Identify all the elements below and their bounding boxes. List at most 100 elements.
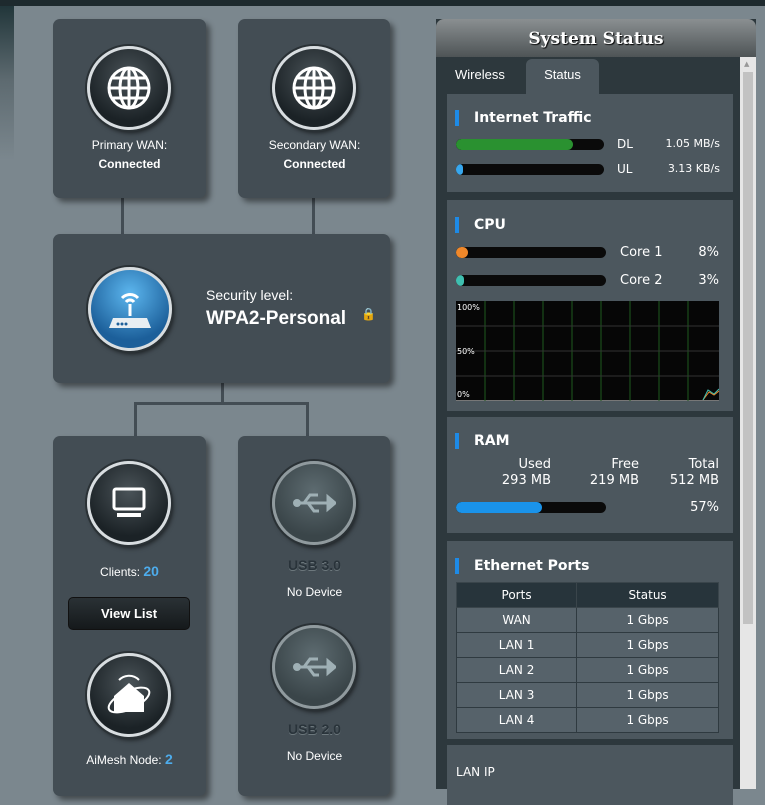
dl-label: DL xyxy=(617,137,633,151)
table-row: WAN 1 Gbps xyxy=(455,607,719,633)
scrollbar-thumb[interactable] xyxy=(743,72,753,624)
port-name: LAN 3 xyxy=(455,682,578,708)
table-row: LAN 11 Gbps xyxy=(455,632,719,658)
table-row: LAN 31 Gbps xyxy=(455,682,719,708)
dl-bar-fill xyxy=(456,139,573,150)
system-status-panel: System Status Wireless Status Internet T… xyxy=(436,19,756,805)
core2-graph-line xyxy=(702,388,719,401)
primary-wan-status: Connected xyxy=(98,157,161,171)
port-status: 1 Gbps xyxy=(576,657,719,683)
clients-count: 20 xyxy=(143,563,159,579)
security-level-label: Security level: xyxy=(206,287,294,303)
table-row: LAN 21 Gbps xyxy=(455,657,719,683)
router-card[interactable]: Security level: WPA2-Personal 🔒 xyxy=(53,234,390,383)
port-name: LAN 1 xyxy=(455,632,578,658)
core2-bar xyxy=(456,275,606,286)
core1-value: 8% xyxy=(698,245,719,260)
ram-bar-fill xyxy=(456,502,542,513)
security-level-value: WPA2-Personal xyxy=(206,308,347,329)
ram-free-value: 219 MB xyxy=(589,473,639,488)
port-status: 1 Gbps xyxy=(576,707,719,733)
secondary-wan-card[interactable]: Secondary WAN: Connected xyxy=(238,19,390,198)
primary-wan-card[interactable]: Primary WAN: Connected xyxy=(53,19,206,198)
section-title: CPU xyxy=(455,217,506,233)
ram-free-label: Free xyxy=(611,457,639,472)
background-corner xyxy=(0,0,14,789)
aimesh-icon[interactable] xyxy=(87,653,171,737)
usb-card: USB 3.0 No Device USB 2.0 No Device xyxy=(238,436,390,796)
cpu-section: CPU Core 1 8% Core 2 3% 100% 50% 0% xyxy=(447,200,733,411)
usb-icon[interactable] xyxy=(272,461,356,545)
usb2-label: USB 2.0 xyxy=(288,721,341,737)
core2-value: 3% xyxy=(698,273,719,288)
usb3-status: No Device xyxy=(286,585,343,599)
monitor-icon[interactable] xyxy=(87,461,171,545)
port-name: LAN 2 xyxy=(455,657,578,683)
top-border xyxy=(0,0,765,6)
ram-bar xyxy=(456,502,606,513)
section-title: Ethernet Ports xyxy=(455,558,589,574)
ul-value: 3.13 KB/s xyxy=(667,162,720,175)
core1-bar xyxy=(456,247,606,258)
connector-line xyxy=(121,198,124,236)
tab-status[interactable]: Status xyxy=(526,59,599,94)
connector-line xyxy=(306,402,309,438)
ul-bar-fill xyxy=(456,164,464,175)
globe-icon xyxy=(87,46,171,130)
internet-traffic-section: Internet Traffic DL 1.05 MB/s UL 3.13 KB… xyxy=(447,94,733,192)
core2-bar-fill xyxy=(456,275,464,286)
aimesh-info: AiMesh Node: 2 xyxy=(53,749,206,770)
section-title: RAM xyxy=(455,433,510,449)
ram-total-label: Total xyxy=(688,457,719,472)
secondary-wan-status: Connected xyxy=(283,157,346,171)
ram-total-value: 512 MB xyxy=(669,473,719,488)
ul-bar xyxy=(456,164,604,175)
core1-bar-fill xyxy=(456,247,468,258)
port-status: 1 Gbps xyxy=(576,632,719,658)
ram-used-value: 293 MB xyxy=(501,473,551,488)
port-name: LAN 4 xyxy=(455,707,578,733)
lock-icon: 🔒 xyxy=(361,307,376,321)
connector-line xyxy=(134,402,137,438)
dl-bar xyxy=(456,139,604,150)
section-title: Internet Traffic xyxy=(455,110,592,126)
panel-title: System Status xyxy=(436,19,756,57)
core1-label: Core 1 xyxy=(620,245,663,260)
port-status: 1 Gbps xyxy=(576,607,719,633)
dl-value: 1.05 MB/s xyxy=(665,137,720,150)
ul-label: UL xyxy=(617,162,633,176)
lan-ip-section: LAN IP xyxy=(447,745,733,805)
usb3-label: USB 3.0 xyxy=(288,557,341,573)
ram-used-label: Used xyxy=(518,457,551,472)
ethernet-ports-table: Ports Status WAN 1 Gbps LAN 11 Gbps LAN 21… xyxy=(455,582,719,733)
aimesh-count: 2 xyxy=(164,751,173,767)
scroll-up-arrow-icon[interactable]: ▲ xyxy=(744,60,749,68)
graph-label-50: 50% xyxy=(457,347,475,356)
cpu-graph: 100% 50% 0% xyxy=(456,301,719,401)
view-list-button[interactable]: View List xyxy=(68,597,190,630)
graph-label-0: 0% xyxy=(457,390,470,399)
header-status: Status xyxy=(576,582,719,608)
router-icon xyxy=(88,267,172,351)
ram-percent: 57% xyxy=(690,500,719,515)
ram-section: RAM Used 293 MB Free 219 MB Total 512 MB… xyxy=(447,417,733,533)
connector-line xyxy=(134,402,309,405)
globe-icon xyxy=(272,46,356,130)
port-name: WAN xyxy=(455,607,578,633)
lan-ip-label: LAN IP xyxy=(456,765,495,779)
graph-label-100: 100% xyxy=(457,303,480,312)
ethernet-section: Ethernet Ports Ports Status WAN 1 Gbps LAN… xyxy=(447,541,733,739)
clients-info: Clients: 20 xyxy=(53,561,206,582)
table-row: LAN 41 Gbps xyxy=(455,707,719,733)
port-status: 1 Gbps xyxy=(576,682,719,708)
secondary-wan-label: Secondary WAN: xyxy=(268,138,361,152)
aimesh-label: AiMesh Node: xyxy=(86,753,162,767)
clients-label: Clients: xyxy=(100,565,141,579)
usb-icon[interactable] xyxy=(272,625,356,709)
primary-wan-label: Primary WAN: xyxy=(91,138,168,152)
core2-label: Core 2 xyxy=(620,273,663,288)
connector-line xyxy=(312,198,315,236)
header-ports: Ports xyxy=(455,582,578,608)
usb2-status: No Device xyxy=(286,749,343,763)
tab-wireless[interactable]: Wireless xyxy=(441,59,519,94)
